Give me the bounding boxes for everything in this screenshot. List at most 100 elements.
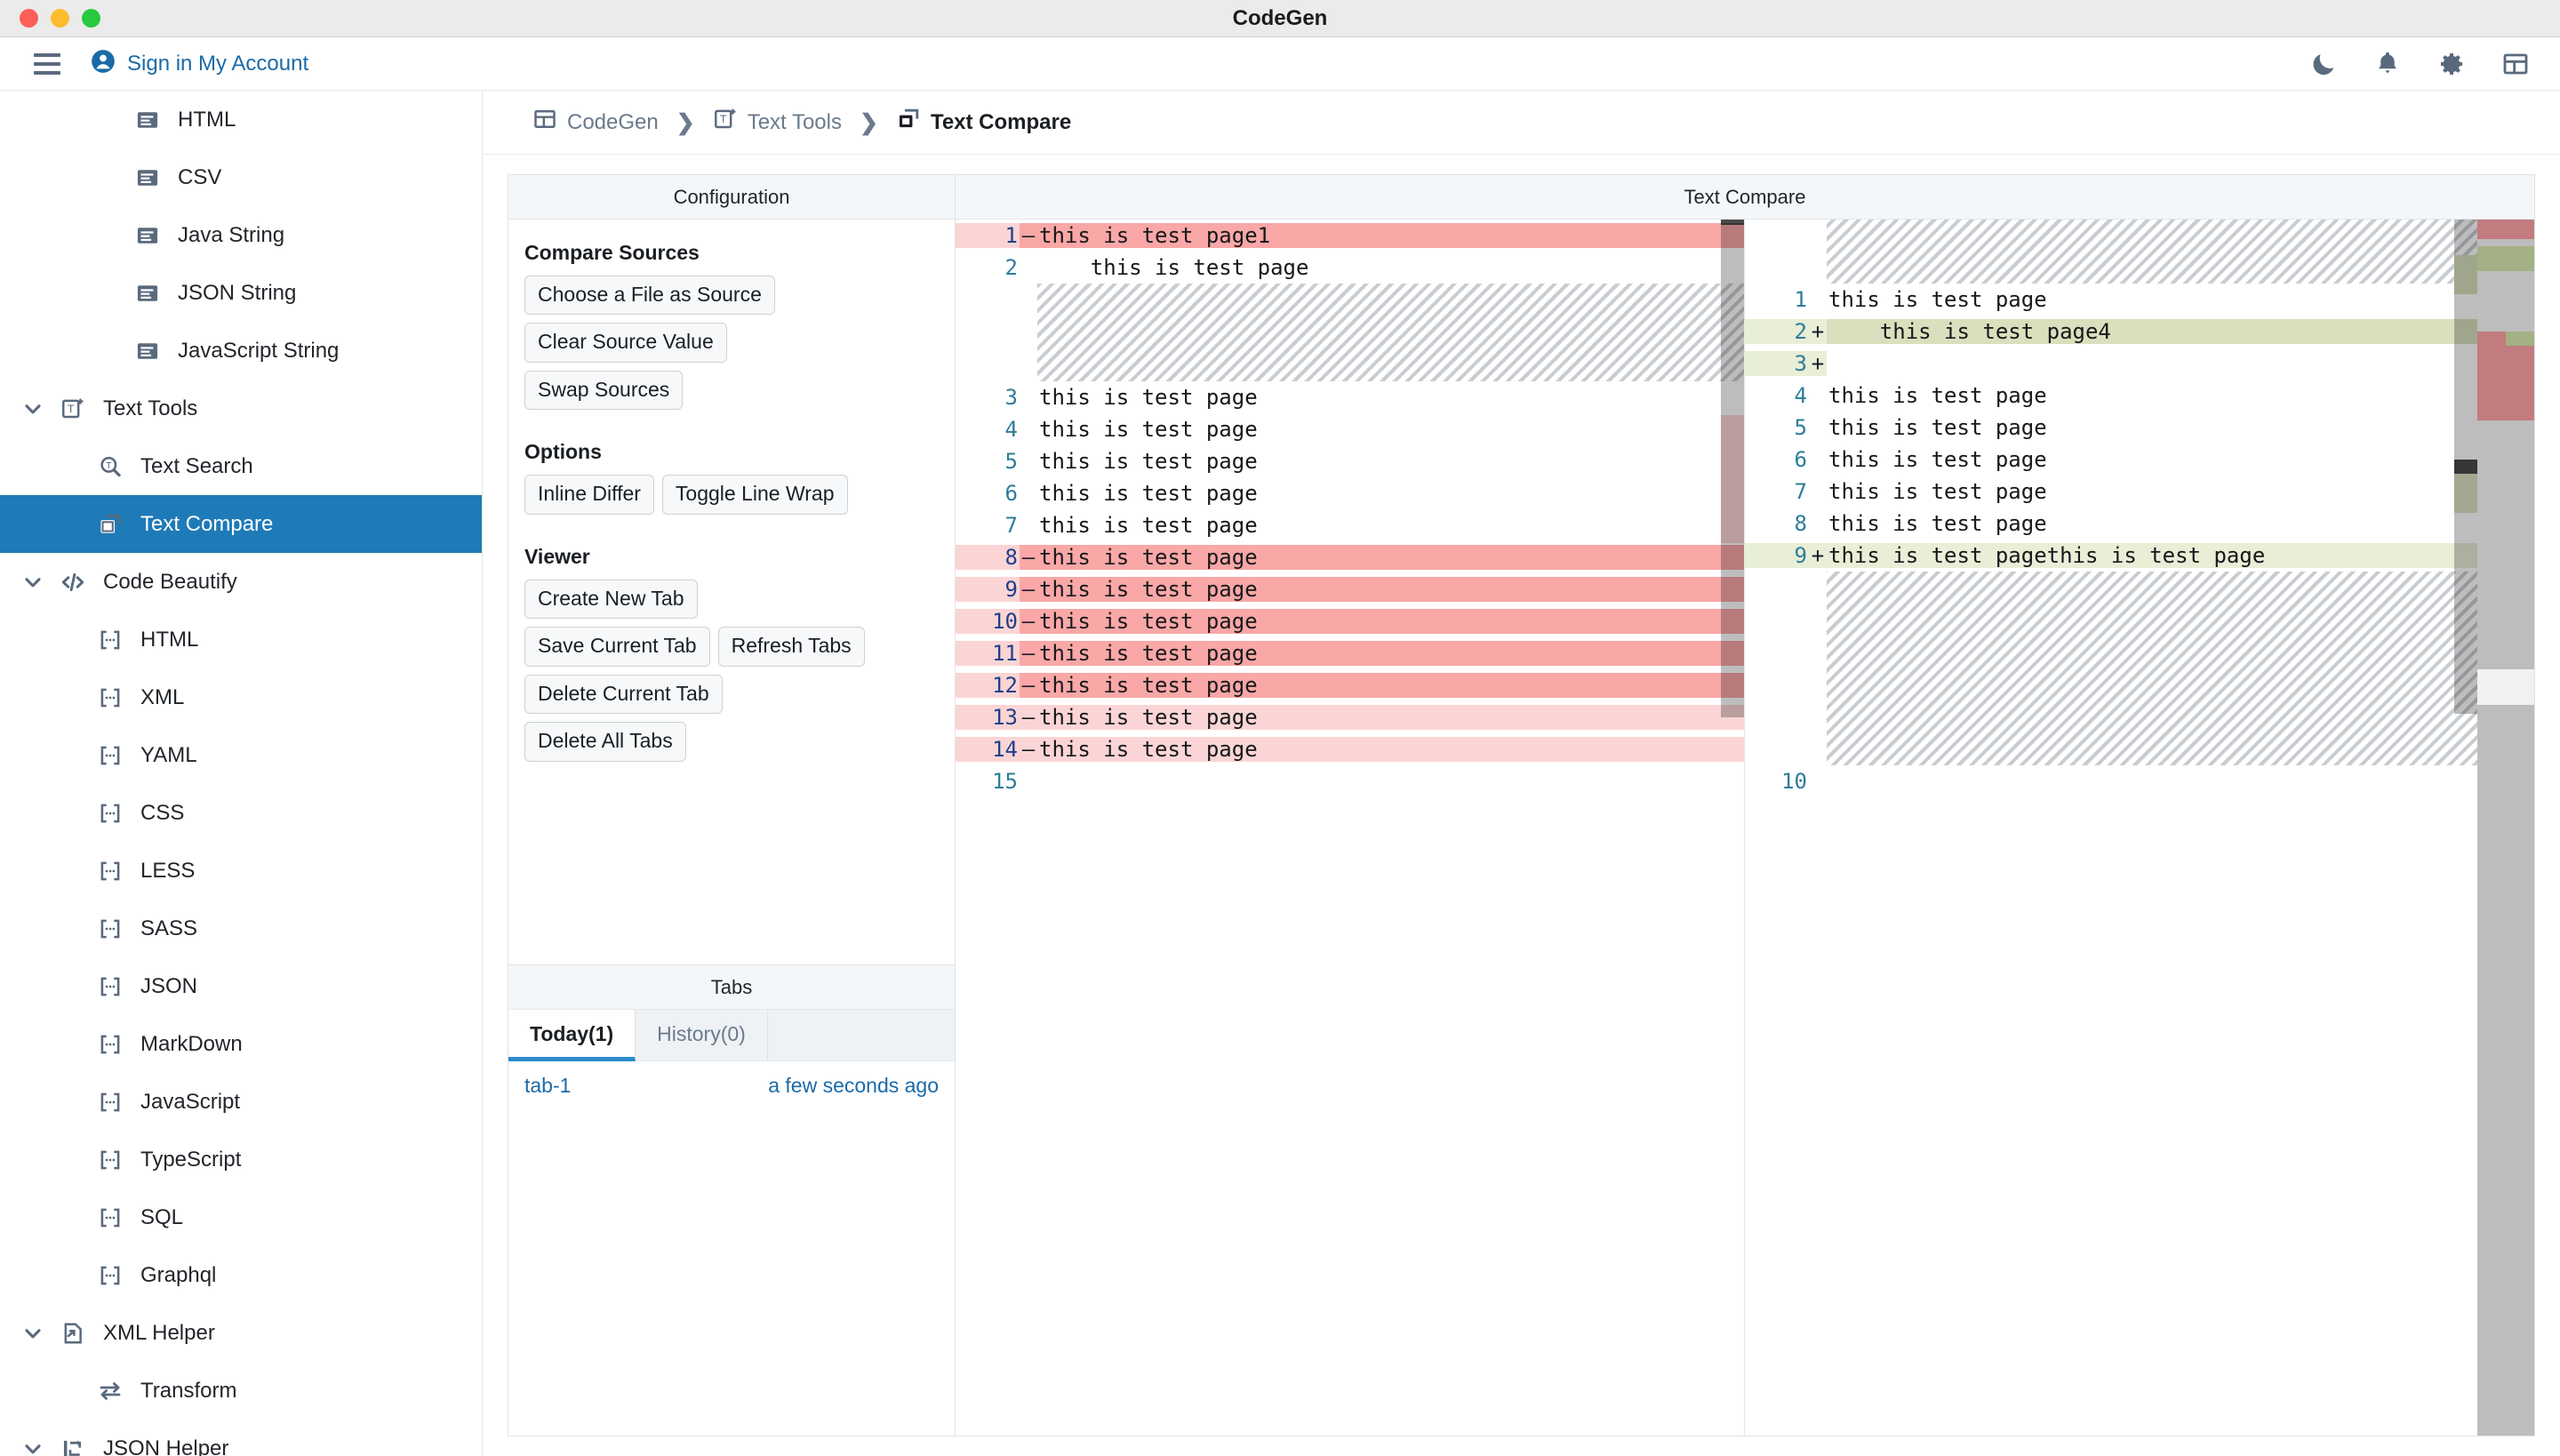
sidebar-item-yaml[interactable]: YAML xyxy=(0,726,482,784)
sidebar-item-xml[interactable]: XML xyxy=(0,668,482,726)
save-current-tab-button[interactable]: Save Current Tab xyxy=(524,627,710,667)
sidebar-navigation[interactable]: HTML CSV Java String JSON String JavaScript … xyxy=(0,91,483,1456)
inline-differ-button[interactable]: Inline Differ xyxy=(524,475,654,515)
close-window-button[interactable] xyxy=(20,9,38,28)
sidebar-item-html[interactable]: HTML xyxy=(0,611,482,668)
sidebar-item-label: JSON xyxy=(140,973,198,998)
sidebar-item-html[interactable]: HTML xyxy=(0,91,482,148)
diff-line-text: this is test page xyxy=(1037,673,1744,698)
moon-icon[interactable] xyxy=(2309,50,2338,78)
hamburger-menu-icon[interactable] xyxy=(34,52,60,75)
diff-line-right[interactable]: 4 this is test page xyxy=(1745,380,2534,412)
diff-code-modified[interactable]: 1 this is test page 2 + this is test page4 3… xyxy=(1745,220,2534,1436)
diff-line-text: this is test page1 xyxy=(1037,223,1744,248)
sidebar-item-text-search[interactable]: T Text Search xyxy=(0,437,482,495)
sidebar-item-csv[interactable]: CSV xyxy=(0,148,482,206)
config-button-row: Create New Tab xyxy=(524,579,939,620)
bell-icon[interactable] xyxy=(2373,50,2402,78)
sidebar-item-label: XML xyxy=(140,684,185,709)
sidebar-item-css[interactable]: CSS xyxy=(0,784,482,842)
sidebar-item-json-helper[interactable]: JSON Helper xyxy=(0,1420,482,1456)
choose-a-file-as-source-button[interactable]: Choose a File as Source xyxy=(524,276,775,316)
tab-list-item-name[interactable]: tab-1 xyxy=(524,1074,571,1098)
delete-current-tab-button[interactable]: Delete Current Tab xyxy=(524,674,723,715)
sidebar-item-transform[interactable]: Transform xyxy=(0,1362,482,1420)
sidebar-item-typescript[interactable]: TypeScript xyxy=(0,1131,482,1188)
app-toolbar: Sign in My Account xyxy=(0,37,2560,91)
swap-sources-button[interactable]: Swap Sources xyxy=(524,370,684,411)
diff-line-left[interactable]: 13— this is test page xyxy=(956,701,1744,733)
tab-list-item[interactable]: tab-1 a few seconds ago xyxy=(508,1061,955,1107)
sidebar-item-code-beautify[interactable]: Code Beautify xyxy=(0,553,482,611)
diff-pane-original[interactable]: 1— this is test page1 2 this is test page 3… xyxy=(956,220,1745,1436)
diff-line-left[interactable]: 8— this is test page xyxy=(956,541,1744,573)
clear-source-value-button[interactable]: Clear Source Value xyxy=(524,323,727,363)
text-compare-panel-title: Text Compare xyxy=(956,175,2534,220)
sidebar-item-less[interactable]: LESS xyxy=(0,842,482,900)
sidebar-item-markdown[interactable]: MarkDown xyxy=(0,1015,482,1073)
diff-line-left[interactable]: 7 this is test page xyxy=(956,509,1744,541)
layout-panel-icon[interactable] xyxy=(2501,50,2530,78)
sidebar-item-json[interactable]: JSON xyxy=(0,957,482,1015)
diff-line-right[interactable]: 9 + this is test pagethis is test page xyxy=(1745,540,2534,572)
breadcrumb-item-text-tools[interactable]: T Text Tools xyxy=(713,107,842,138)
config-button-row: Choose a File as Source xyxy=(524,276,939,316)
diff-line-left[interactable]: 14— this is test page xyxy=(956,733,1744,765)
diff-pane-modified[interactable]: 1 this is test page 2 + this is test page4 3… xyxy=(1745,220,2534,1436)
sidebar-item-javascript[interactable]: JavaScript xyxy=(0,1073,482,1131)
diff-line-left[interactable]: 1— this is test page1 xyxy=(956,220,1744,252)
diff-line-number: 2 xyxy=(1745,319,1809,344)
sidebar-item-java-string[interactable]: Java String xyxy=(0,206,482,264)
minimize-window-button[interactable] xyxy=(51,9,69,28)
window-traffic-lights xyxy=(0,9,100,28)
tab-today-1-[interactable]: Today(1) xyxy=(508,1010,636,1061)
diff-line-text: this is test page xyxy=(1037,577,1744,602)
sidebar-item-text-tools[interactable]: T Text Tools xyxy=(0,380,482,437)
diff-line-right[interactable]: 8 this is test page xyxy=(1745,508,2534,540)
gear-icon[interactable] xyxy=(2437,50,2466,78)
refresh-tabs-button[interactable]: Refresh Tabs xyxy=(717,627,865,667)
diff-line-left[interactable]: 3 this is test page xyxy=(956,381,1744,413)
diff-line-left[interactable]: 15 xyxy=(956,765,1744,797)
sidebar-item-json-string[interactable]: JSON String xyxy=(0,264,482,322)
diff-line-left[interactable]: 9— this is test page xyxy=(956,573,1744,605)
sidebar-item-text-compare[interactable]: Text Compare xyxy=(0,495,482,553)
diff-line-left[interactable]: 2 this is test page xyxy=(956,252,1744,284)
brackets-icon xyxy=(89,685,132,710)
diff-line-left[interactable]: 5 this is test page xyxy=(956,445,1744,477)
diff-line-number: 14 xyxy=(956,737,1020,762)
diff-line-right[interactable]: 6 this is test page xyxy=(1745,444,2534,476)
breadcrumb-item-label: CodeGen xyxy=(567,109,659,134)
diff-code-original[interactable]: 1— this is test page1 2 this is test page 3… xyxy=(956,220,1744,1436)
breadcrumb-item-codegen[interactable]: CodeGen xyxy=(532,107,659,138)
toggle-line-wrap-button[interactable]: Toggle Line Wrap xyxy=(661,475,848,515)
tabs-list: tab-1 a few seconds ago xyxy=(508,1061,955,1436)
diff-line-right[interactable]: 1 this is test page xyxy=(1745,284,2534,316)
diff-line-left[interactable]: 4 this is test page xyxy=(956,413,1744,445)
config-group-title-viewer: Viewer xyxy=(524,544,590,568)
tab-history-0-[interactable]: History(0) xyxy=(636,1010,768,1060)
chevron-down-icon[interactable] xyxy=(14,1322,52,1345)
diff-line-left[interactable]: 6 this is test page xyxy=(956,477,1744,509)
create-new-tab-button[interactable]: Create New Tab xyxy=(524,579,698,620)
diff-line-marker: — xyxy=(1020,545,1037,570)
diff-line-left[interactable]: 10— this is test page xyxy=(956,605,1744,637)
diff-line-right[interactable]: 10 xyxy=(1745,765,2534,797)
diff-line-right[interactable]: 2 + this is test page4 xyxy=(1745,316,2534,348)
chevron-down-icon[interactable] xyxy=(14,397,52,420)
sidebar-item-javascript-string[interactable]: JavaScript String xyxy=(0,322,482,380)
chevron-down-icon[interactable] xyxy=(14,571,52,594)
diff-line-right[interactable]: 7 this is test page xyxy=(1745,476,2534,508)
maximize-window-button[interactable] xyxy=(82,9,100,28)
diff-line-right[interactable]: 5 this is test page xyxy=(1745,412,2534,444)
diff-line-left[interactable]: 12— this is test page xyxy=(956,669,1744,701)
delete-all-tabs-button[interactable]: Delete All Tabs xyxy=(524,722,686,762)
sidebar-item-graphql[interactable]: Graphql xyxy=(0,1246,482,1304)
sidebar-item-xml-helper[interactable]: XML Helper xyxy=(0,1304,482,1362)
diff-line-right[interactable]: 3 + xyxy=(1745,348,2534,380)
sidebar-item-sass[interactable]: SASS xyxy=(0,900,482,957)
diff-line-left[interactable]: 11— this is test page xyxy=(956,637,1744,669)
sign-in-button[interactable]: Sign in My Account xyxy=(91,49,308,78)
sidebar-item-sql[interactable]: SQL xyxy=(0,1188,482,1246)
chevron-down-icon[interactable] xyxy=(14,1437,52,1456)
